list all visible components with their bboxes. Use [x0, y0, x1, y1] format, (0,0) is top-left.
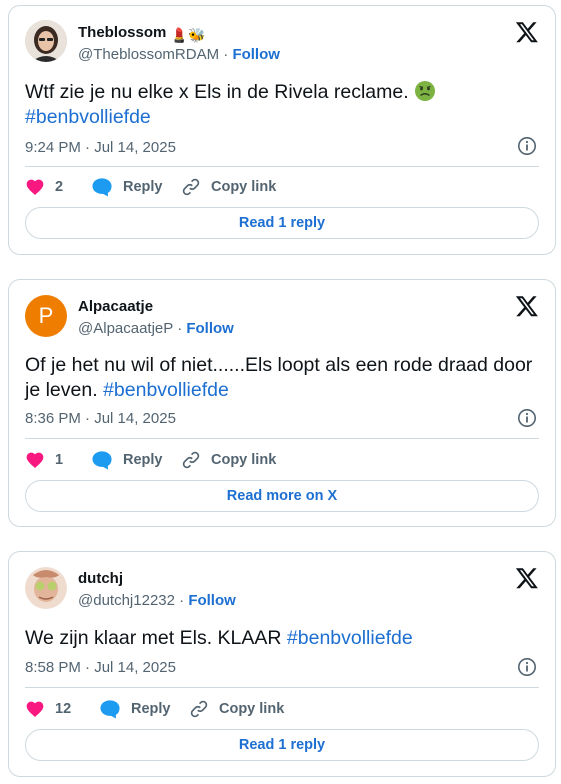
nauseated-face-emoji — [415, 81, 436, 101]
like-count: 12 — [55, 701, 72, 717]
avatar-photo — [25, 567, 67, 609]
tweet-text-line: je leven. — [25, 379, 98, 401]
like-count: 1 — [55, 452, 64, 468]
handle-line: @TheblossomRDAM · Follow — [78, 46, 280, 63]
tweet-text: Wtf zie je nu elke x Els in de Rivela re… — [25, 80, 539, 130]
author-handle[interactable]: @TheblossomRDAM — [78, 46, 219, 63]
tweet-text: Of je het nu wil of niet......Els loopt … — [25, 353, 539, 403]
follow-button[interactable]: Follow — [232, 46, 280, 63]
x-logo-icon[interactable] — [515, 20, 539, 44]
divider — [25, 166, 539, 167]
like-count: 2 — [55, 179, 64, 195]
heart-icon — [26, 452, 44, 468]
tweet-card: P Alpacaatje @AlpacaatjeP · Follow Of je… — [8, 279, 556, 527]
separator-dot: · — [177, 320, 183, 337]
action-bar: 1 Reply Copy link — [25, 448, 539, 472]
tweet-text-line: Of je het nu wil of niet......Els loopt … — [25, 354, 533, 376]
copy-link-label: Copy link — [211, 179, 277, 195]
tweet-text: We zijn klaar met Els. KLAAR #benbvollie… — [25, 626, 539, 651]
avatar[interactable] — [25, 567, 67, 609]
divider — [25, 687, 539, 688]
info-icon[interactable] — [517, 136, 537, 156]
lipstick-bee-emoji: 💄🐝 — [170, 27, 206, 43]
author-handle[interactable]: @AlpacaatjeP — [78, 320, 173, 337]
link-icon — [182, 178, 200, 196]
reply-label: Reply — [123, 452, 163, 468]
separator-dot: · — [223, 46, 229, 63]
author-name[interactable]: Theblossom 💄🐝 — [78, 24, 205, 44]
copy-link-button[interactable]: Copy link — [189, 697, 284, 721]
copy-link-label: Copy link — [219, 701, 285, 717]
reply-label: Reply — [131, 701, 171, 717]
read-replies-button[interactable]: Read 1 reply — [25, 729, 539, 761]
timestamp[interactable]: 8:58 PM · Jul 14, 2025 — [25, 659, 176, 676]
author-handle[interactable]: @dutchj12232 — [78, 592, 175, 609]
author-name[interactable]: dutchj — [78, 570, 123, 587]
hashtag-link[interactable]: #benbvolliefde — [103, 379, 229, 401]
tweet-text-content: Wtf zie je nu elke x Els in de Rivela re… — [25, 81, 409, 103]
x-logo-icon[interactable] — [515, 566, 539, 590]
follow-button[interactable]: Follow — [188, 592, 236, 609]
like-button[interactable]: 1 — [25, 448, 63, 472]
link-icon — [190, 700, 208, 718]
hashtag-link[interactable]: #benbvolliefde — [287, 627, 413, 649]
speech-bubble-icon — [92, 451, 112, 470]
speech-bubble-icon — [100, 700, 120, 719]
copy-link-label: Copy link — [211, 452, 277, 468]
heart-icon — [26, 701, 44, 717]
handle-line: @dutchj12232 · Follow — [78, 592, 236, 609]
like-button[interactable]: 12 — [25, 697, 71, 721]
avatar[interactable] — [25, 20, 67, 62]
x-logo-icon[interactable] — [515, 294, 539, 318]
speech-bubble-icon — [92, 178, 112, 197]
reply-button[interactable]: Reply — [99, 697, 171, 721]
author-name-text: Theblossom — [78, 24, 167, 41]
tweet-card: Theblossom 💄🐝 @TheblossomRDAM · Follow W… — [8, 5, 556, 255]
divider — [25, 438, 539, 439]
reply-button[interactable]: Reply — [91, 175, 163, 199]
action-bar: 12 Reply Copy link — [25, 697, 539, 721]
action-bar: 2 Reply Copy link — [25, 175, 539, 199]
avatar-photo — [25, 20, 67, 62]
info-icon[interactable] — [517, 657, 537, 677]
follow-button[interactable]: Follow — [186, 320, 234, 337]
tweet-card: dutchj @dutchj12232 · Follow We zijn kla… — [8, 551, 556, 777]
info-icon[interactable] — [517, 408, 537, 428]
like-button[interactable]: 2 — [25, 175, 63, 199]
separator-dot: · — [179, 592, 185, 609]
hashtag-link[interactable]: #benbvolliefde — [25, 106, 151, 128]
tweet-text-content: We zijn klaar met Els. KLAAR — [25, 627, 282, 649]
link-icon — [182, 451, 200, 469]
timestamp[interactable]: 9:24 PM · Jul 14, 2025 — [25, 139, 176, 156]
handle-line: @AlpacaatjeP · Follow — [78, 320, 234, 337]
reply-label: Reply — [123, 179, 163, 195]
avatar[interactable]: P — [25, 295, 67, 337]
copy-link-button[interactable]: Copy link — [181, 448, 276, 472]
avatar-letter: P — [38, 303, 54, 328]
copy-link-button[interactable]: Copy link — [181, 175, 276, 199]
read-more-button[interactable]: Read more on X — [25, 480, 539, 512]
read-replies-button[interactable]: Read 1 reply — [25, 207, 539, 239]
timestamp[interactable]: 8:36 PM · Jul 14, 2025 — [25, 410, 176, 427]
author-name[interactable]: Alpacaatje — [78, 298, 153, 315]
reply-button[interactable]: Reply — [91, 448, 163, 472]
heart-icon — [26, 179, 44, 195]
